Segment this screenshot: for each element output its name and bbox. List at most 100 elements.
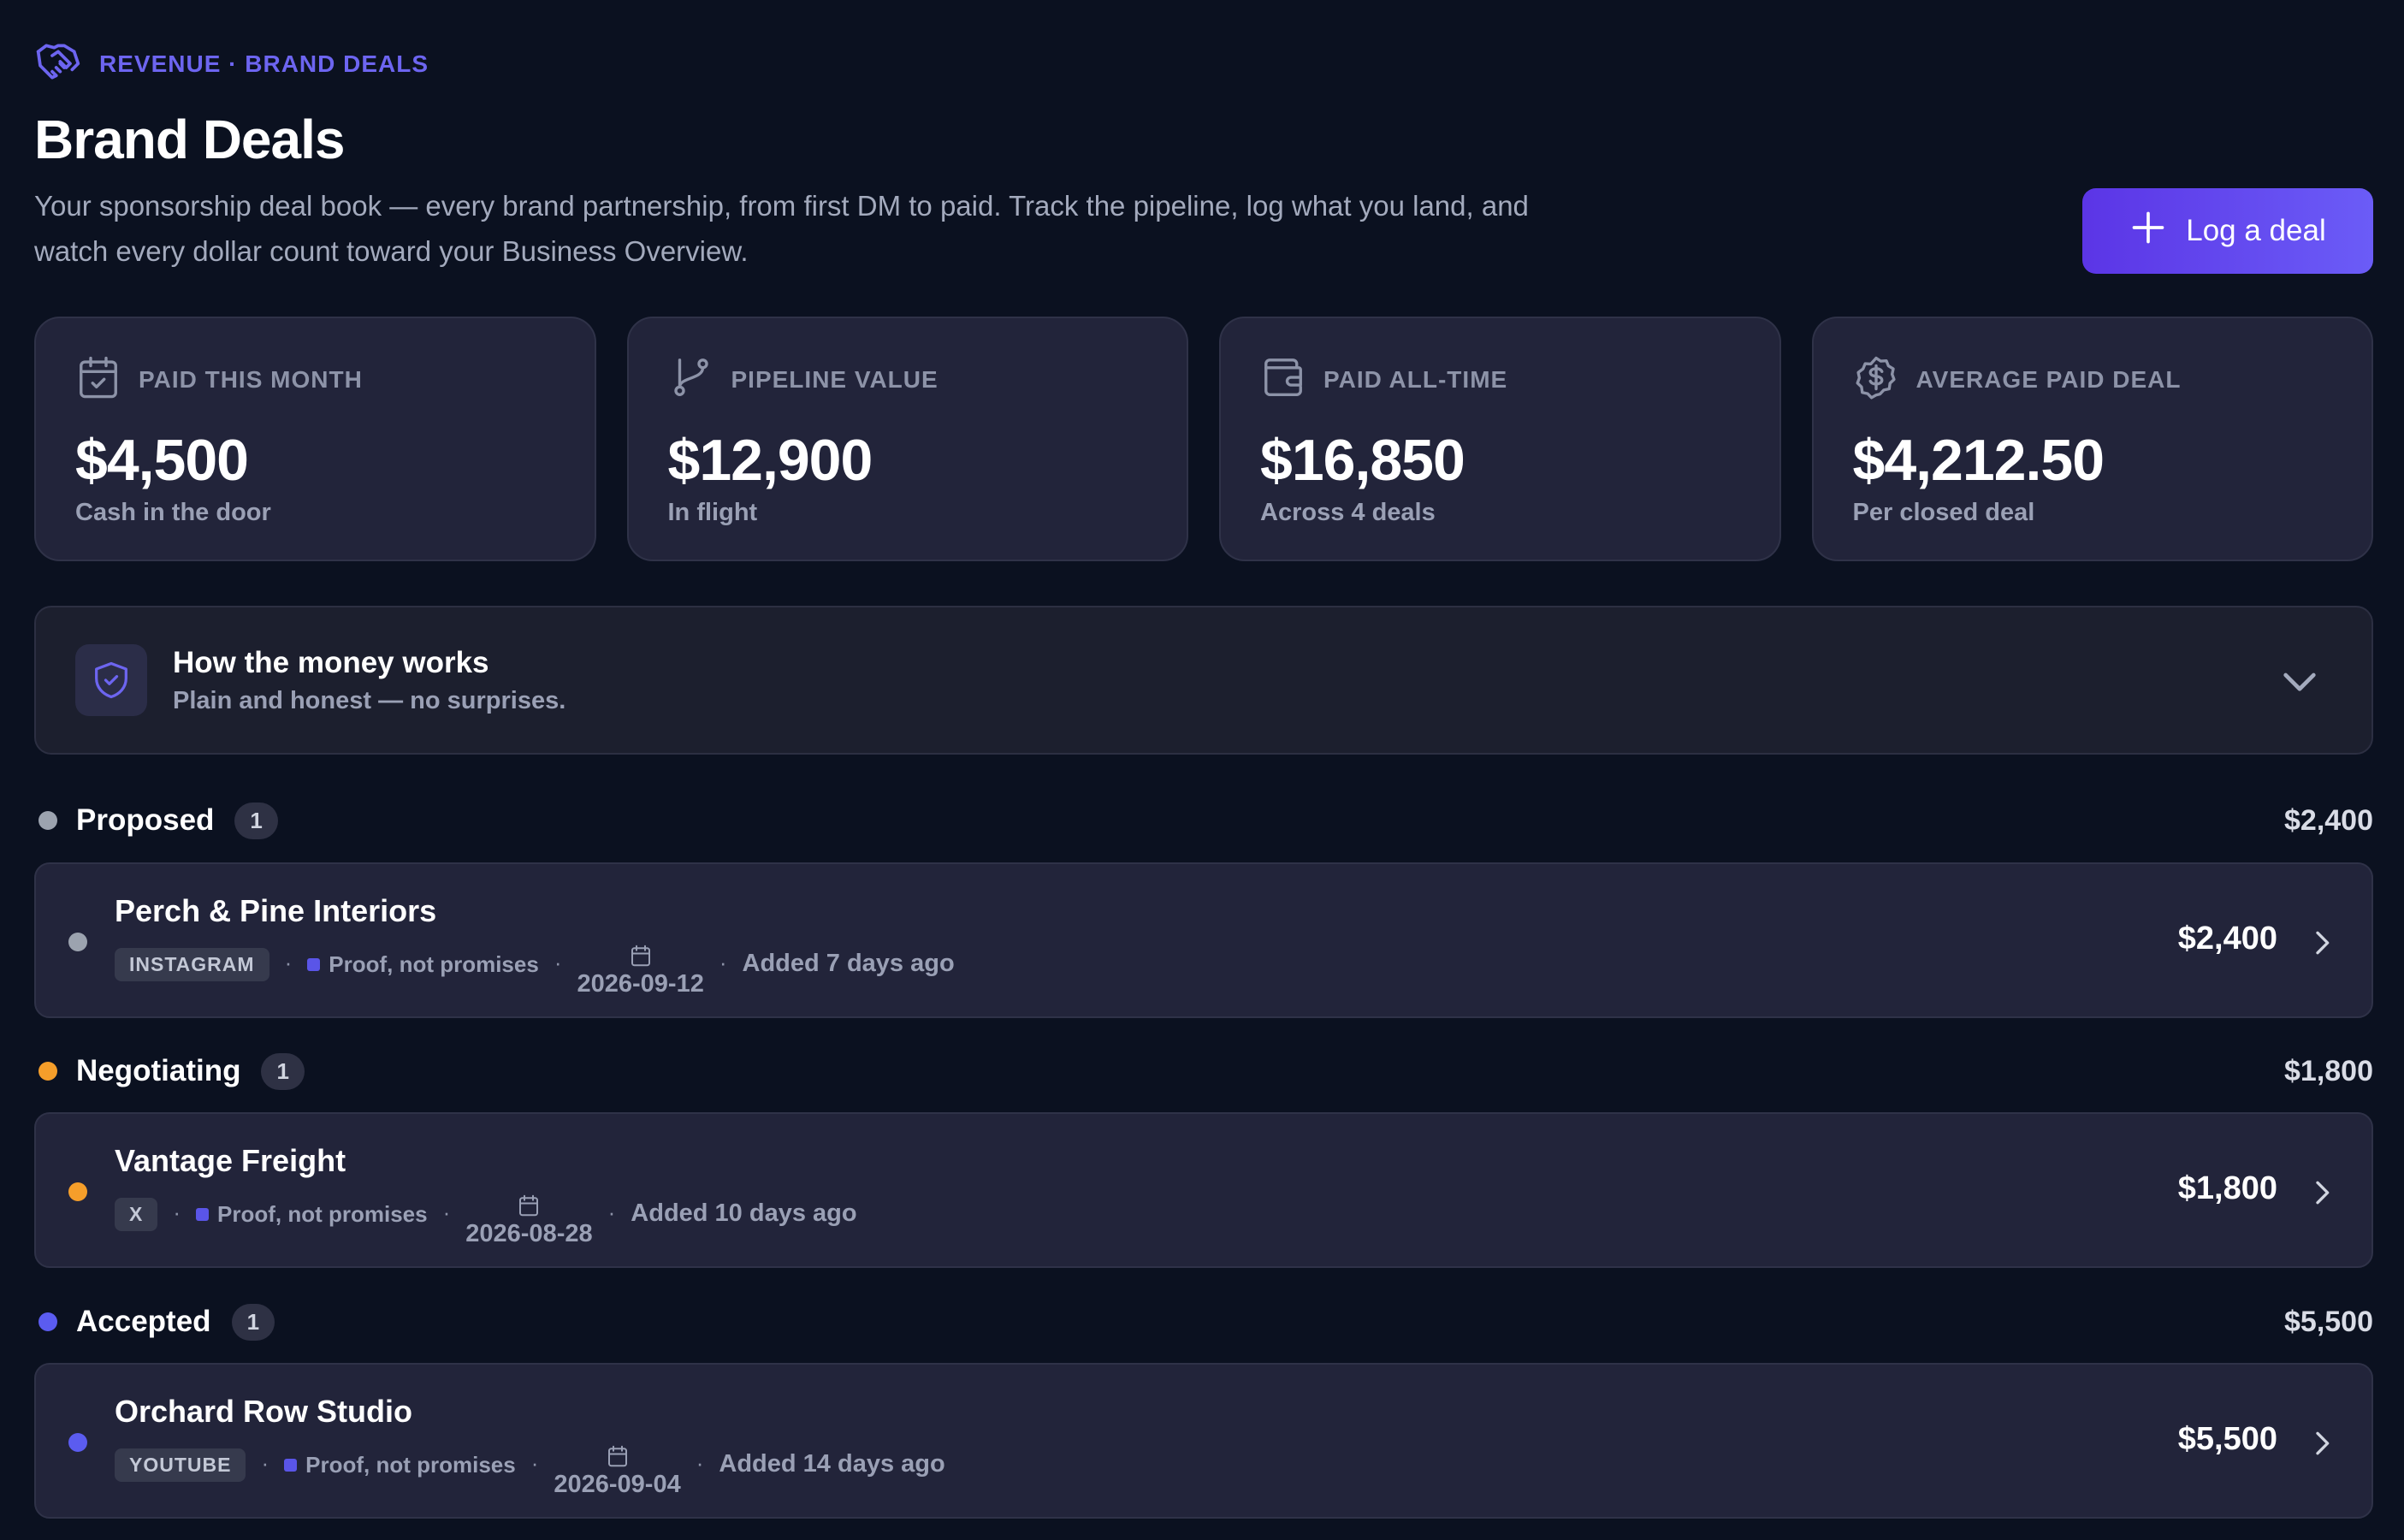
status-dot [68,933,87,951]
deal-added: Added 10 days ago [631,1199,857,1227]
how-money-works-panel[interactable]: How the money works Plain and honest — n… [34,606,2373,755]
group-total: $5,500 [2284,1305,2373,1338]
stat-value: $16,850 [1260,428,1465,493]
group-name: Accepted [76,1305,211,1338]
status-dot [38,1312,57,1331]
separator-dot: · [719,950,727,975]
separator-dot: · [173,1199,181,1225]
stat-card-paid-all-time: PAID ALL-TIME $16,850 Across 4 deals [1219,317,1781,561]
status-dot [68,1182,87,1201]
page-title: Brand Deals [34,109,345,170]
deal-amount: $2,400 [2177,921,2277,957]
group-total: $1,800 [2284,1054,2373,1087]
calendar-icon [607,1445,627,1467]
deal-row[interactable]: Orchard Row Studio YOUTUBE · Proof, not … [34,1363,2373,1519]
chevron-right-icon[interactable] [2305,1426,2339,1460]
deal-date-text: 2026-08-28 [465,1220,593,1247]
deal-amount: $1,800 [2177,1170,2277,1206]
info-title: How the money works [173,645,489,679]
platform-badge: X [115,1198,158,1231]
stat-caption: In flight [667,499,758,526]
deal-date: 2026-09-04 [554,1443,681,1499]
separator-dot: · [530,1450,539,1476]
breadcrumb-text: REVENUE · BRAND DEALS [99,50,429,77]
group-name: Proposed [76,803,215,837]
deal-name: Orchard Row Studio [115,1394,413,1429]
git-branch-icon [668,354,714,405]
chevron-right-icon[interactable] [2305,1176,2339,1210]
group-count-badge: 1 [234,802,278,839]
shield-check-icon [75,644,147,716]
deal-name: Vantage Freight [115,1143,346,1178]
page-subtitle: Your sponsorship deal book — every brand… [34,190,1529,267]
deal-meta: YOUTUBE · Proof, not promises · 2026-09-… [115,1443,945,1499]
group-header-negotiating: Negotiating 1 $1,800 [34,1050,2373,1093]
deal-row[interactable]: Perch & Pine Interiors INSTAGRAM · Proof… [34,862,2373,1018]
proof-tag: Proof, not promises [284,1452,516,1478]
group-name: Negotiating [76,1054,241,1087]
stat-value: $4,212.50 [1852,428,2105,493]
calendar-check-icon [75,354,121,405]
chevron-right-icon[interactable] [2305,926,2339,960]
platform-badge: YOUTUBE [115,1448,246,1482]
group-header-accepted: Accepted 1 $5,500 [34,1300,2373,1343]
handshake-icon [34,38,82,90]
log-deal-button[interactable]: Log a deal [2082,188,2373,274]
stat-card-pipeline-value: PIPELINE VALUE $12,900 In flight [626,317,1188,561]
chevron-down-icon[interactable] [2276,657,2324,705]
dollar-badge-icon [1853,354,1899,405]
breadcrumb: REVENUE · BRAND DEALS [34,38,429,90]
calendar-icon [519,1194,539,1217]
stat-caption: Cash in the door [75,499,271,526]
deal-date: 2026-08-28 [465,1193,593,1248]
deal-row[interactable]: Vantage Freight X · Proof, not promises … [34,1112,2373,1268]
separator-dot: · [696,1450,704,1476]
stat-label: PAID THIS MONTH [139,365,363,393]
stat-label: PAID ALL-TIME [1323,365,1508,393]
stat-label: AVERAGE PAID DEAL [1916,365,2182,393]
deal-meta: X · Proof, not promises · 2026-08-28 · A… [115,1193,857,1248]
group-count-badge: 1 [231,1303,275,1341]
deal-meta: INSTAGRAM · Proof, not promises · 2026-0… [115,943,955,998]
proof-label: Proof, not promises [217,1201,428,1227]
group-header-proposed: Proposed 1 $2,400 [34,799,2373,842]
status-dot [38,811,57,830]
proof-square-icon [284,1459,298,1472]
stat-label: PIPELINE VALUE [731,365,939,393]
proof-tag: Proof, not promises [307,951,539,978]
separator-dot: · [442,1199,451,1225]
calendar-icon [631,945,650,967]
stat-value: $4,500 [75,428,249,493]
group-count-badge: 1 [261,1052,305,1090]
stat-value: $12,900 [667,428,873,493]
deal-added: Added 14 days ago [719,1450,945,1478]
separator-dot: · [554,950,562,975]
stat-card-paid-this-month: PAID THIS MONTH $4,500 Cash in the door [34,317,596,561]
wallet-icon [1260,354,1306,405]
stat-caption: Across 4 deals [1260,499,1436,526]
status-dot [38,1062,57,1081]
separator-dot: · [284,950,293,975]
separator-dot: · [607,1199,616,1225]
stat-caption: Per closed deal [1852,499,2035,526]
proof-label: Proof, not promises [305,1452,516,1478]
separator-dot: · [261,1450,269,1476]
deal-name: Perch & Pine Interiors [115,893,437,928]
proof-tag: Proof, not promises [196,1201,428,1228]
proof-label: Proof, not promises [329,951,539,977]
proof-square-icon [307,958,321,971]
platform-badge: INSTAGRAM [115,948,269,981]
proof-square-icon [196,1208,210,1221]
group-total: $2,400 [2284,803,2373,837]
deal-date-text: 2026-09-12 [577,970,704,998]
info-subtitle: Plain and honest — no surprises. [173,686,566,714]
deal-date-text: 2026-09-04 [554,1471,681,1498]
plus-icon [2129,209,2167,254]
log-deal-label: Log a deal [2186,214,2326,247]
stats-row: PAID THIS MONTH $4,500 Cash in the door … [34,317,2373,561]
deal-date: 2026-09-12 [577,943,704,998]
status-dot [68,1433,87,1452]
stat-card-average-paid-deal: AVERAGE PAID DEAL $4,212.50 Per closed d… [1811,317,2373,561]
deal-amount: $5,500 [2177,1421,2277,1457]
deal-added: Added 7 days ago [742,950,955,977]
